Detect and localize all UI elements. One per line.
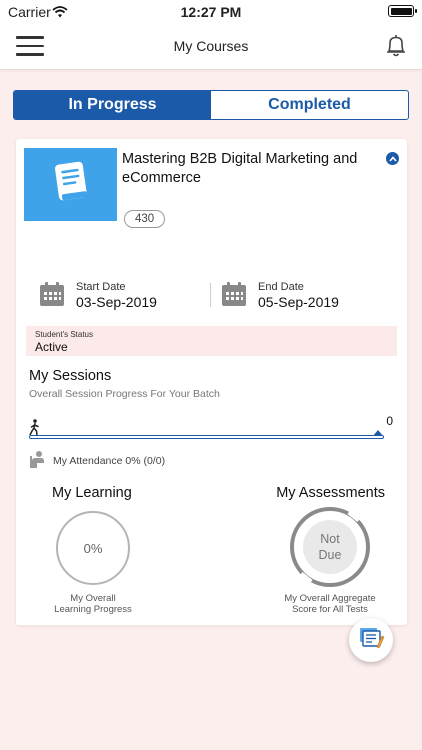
status-time: 12:27 PM [180,4,242,20]
end-date: End Date 05-Sep-2019 [220,278,390,312]
chevron-up-icon[interactable] [386,152,399,165]
my-learning-title: My Learning [52,485,132,501]
learning-progress-circle[interactable]: 0% [56,511,130,585]
session-progress-bar [29,435,384,439]
calendar-icon [38,280,66,313]
start-date: Start Date 03-Sep-2019 [38,278,198,312]
end-date-value: 05-Sep-2019 [258,294,339,310]
my-assessments-title: My Assessments [276,485,385,501]
attendance-icon [28,450,48,475]
learning-caption: My Overall Learning Progress [33,593,153,615]
page-title: My Courses [173,38,249,54]
sessions-subtitle: Overall Session Progress For Your Batch [29,388,220,400]
course-title[interactable]: Mastering B2B Digital Marketing and eCom… [122,150,382,188]
course-thumbnail [24,148,117,221]
student-status-label: Student's Status [35,330,94,339]
session-progress-count: 0 [386,414,393,428]
tab-completed[interactable]: Completed [211,91,408,119]
course-code-badge: 430 [124,210,166,228]
book-icon [45,156,97,213]
student-status: Student's Status Active [26,326,397,356]
student-status-value: Active [35,340,68,354]
top-navbar: My Courses [0,22,422,70]
status-bar: Carrier 12:27 PM [0,0,422,22]
battery-icon [388,5,417,17]
assessment-score: Not Due [303,520,357,574]
learning-caption-line2: Learning Progress [54,604,132,615]
attendance-text: My Attendance 0% (0/0) [53,455,166,467]
assessment-caption-line1: My Overall Aggregate [284,593,376,604]
assessment-value-line2: Due [318,548,342,562]
calendar-icon [220,280,248,313]
document-edit-icon [357,625,385,656]
end-date-label: End Date [258,281,304,293]
progress-end-marker [373,430,383,436]
tab-in-progress[interactable]: In Progress [14,91,211,119]
learning-caption-line1: My Overall [70,593,116,604]
start-date-label: Start Date [76,281,126,293]
assessment-caption: My Overall Aggregate Score for All Tests [266,593,394,615]
sessions-title: My Sessions [29,368,112,384]
assessment-caption-line2: Score for All Tests [292,604,368,615]
learning-progress-value: 0% [83,540,103,556]
course-card[interactable]: Mastering B2B Digital Marketing and eCom… [16,139,407,625]
assessment-value-line1: Not [320,532,340,546]
assignment-fab[interactable] [349,618,393,662]
date-divider [210,283,211,307]
bell-icon[interactable] [384,33,408,59]
start-date-value: 03-Sep-2019 [76,294,157,310]
course-status-tabs: In Progress Completed [13,90,409,120]
